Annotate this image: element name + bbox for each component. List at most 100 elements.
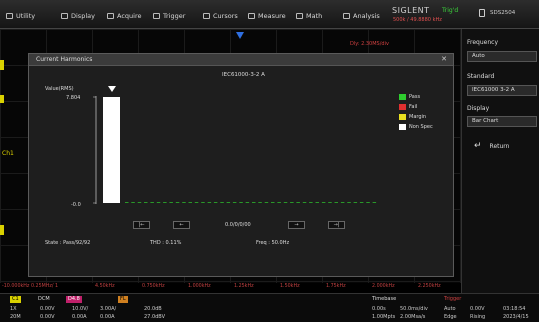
standard-select[interactable]: IEC61000 3-2 A <box>467 85 537 96</box>
clock-time: 03:18:54 <box>503 306 526 312</box>
freq-tick: 2.000kHz <box>372 284 395 289</box>
next-harmonic-button[interactable]: → <box>288 221 305 229</box>
frequency-axis: -10.000kHz 0.25MHz/ 1 4.50kHz 0.750kHz 1… <box>0 283 461 293</box>
harmonic-bar <box>213 202 218 203</box>
harmonic-bar <box>137 202 142 203</box>
system-button[interactable]: SDS2504 <box>479 9 515 17</box>
standard-label: Standard <box>467 73 495 80</box>
harmonic-bar <box>125 202 129 203</box>
harmonic-bar <box>175 202 180 203</box>
menu-trigger-label: Trigger <box>163 12 186 20</box>
harmonic-bar <box>309 202 313 203</box>
legend-non-spec-swatch <box>399 124 406 130</box>
sample-rate-info: 500k / 49.8880 kHz <box>393 17 442 23</box>
harmonic-bar <box>359 202 364 203</box>
harmonic-bar <box>283 202 288 203</box>
status-cell: 20M <box>10 314 21 320</box>
timebase-title[interactable]: Timebase <box>372 296 396 302</box>
chart-bars <box>103 97 377 203</box>
harmonic-bar <box>188 202 192 203</box>
ch1-chip[interactable]: C1 <box>10 296 21 303</box>
trigger-mode: Auto <box>444 306 456 312</box>
last-harmonic-button[interactable]: →| <box>328 221 345 229</box>
analysis-icon <box>343 13 350 19</box>
utility-icon <box>6 13 13 19</box>
function-chip[interactable]: D4.8 <box>66 296 82 303</box>
harmonic-bar <box>328 202 332 203</box>
clock-date: 2023/4/15 <box>503 314 529 320</box>
harmonic-bar <box>302 202 307 203</box>
harmonic-bar <box>163 202 167 203</box>
harmonic-bar <box>353 202 358 203</box>
harmonic-bar <box>245 202 250 203</box>
menu-bar: Utility Display Acquire Trigger Cursors … <box>0 0 539 29</box>
measure-icon <box>248 13 255 19</box>
first-harmonic-button[interactable]: |← <box>133 221 150 229</box>
y-tick-top: 7.804 <box>66 95 80 101</box>
menu-measure[interactable]: Measure <box>248 10 286 22</box>
return-button[interactable]: ↵ Return <box>467 139 537 153</box>
harmonic-bar <box>182 202 186 203</box>
trigger-position-marker[interactable] <box>236 32 244 39</box>
prev-harmonic-button[interactable]: ← <box>173 221 190 229</box>
status-cell: 27.0dBV <box>144 314 166 320</box>
menu-analysis[interactable]: Analysis <box>343 10 380 22</box>
frequency-select[interactable]: Auto <box>467 51 537 62</box>
legend-margin-swatch <box>399 114 406 120</box>
harmonic-bar <box>258 202 262 203</box>
status-cell: 0.00V <box>40 314 55 320</box>
timebase-delay: 0.00s <box>372 306 386 312</box>
legend-margin-label: Margin <box>409 114 427 120</box>
math-chip[interactable]: FL <box>118 296 128 303</box>
harmonic-bar <box>340 202 345 203</box>
return-label: Return <box>489 142 510 150</box>
harmonic-index: 0.0/0/0/00 <box>225 222 251 228</box>
harmonic-bar <box>169 202 173 203</box>
freq-tick: 1.25kHz <box>234 284 254 289</box>
menu-acquire-label: Acquire <box>117 12 142 20</box>
system-label: SDS2504 <box>490 10 516 16</box>
menu-cursors[interactable]: Cursors <box>203 10 238 22</box>
status-cell: 3.00A/ <box>100 306 117 312</box>
harmonic-bar <box>150 202 154 203</box>
trigger-icon <box>153 13 160 19</box>
harmonic-bar <box>296 202 300 203</box>
legend-margin: Margin <box>399 114 426 120</box>
harmonic-bar <box>277 202 281 203</box>
display-select[interactable]: Bar Chart <box>467 116 537 127</box>
trigger-status: Trig'd <box>442 7 459 14</box>
trigger-title[interactable]: Trigger <box>444 296 461 302</box>
legend-pass: Pass <box>399 94 420 100</box>
menu-acquire[interactable]: Acquire <box>107 10 142 22</box>
channel-edge-marker <box>0 95 4 103</box>
trigger-slope: Rising <box>470 314 486 320</box>
display-icon <box>61 13 68 19</box>
status-cell: 1X <box>10 306 17 312</box>
freq-readout: Freq : 50.0Hz <box>256 240 290 246</box>
menu-utility[interactable]: Utility <box>6 10 35 22</box>
menu-math[interactable]: Math <box>296 10 322 22</box>
trigger-level: 0.00V <box>470 306 485 312</box>
fundamental-marker-icon <box>108 86 116 92</box>
harmonic-bar <box>264 202 269 203</box>
status-bar: C1 DCM D4.8 FL 1X 20M 0.00V 0.00V 10.0V/… <box>0 293 539 322</box>
display-label: Display <box>467 105 490 112</box>
freq-tick: 1.50kHz <box>280 284 300 289</box>
brand-logo: SIGLENT <box>392 6 430 15</box>
menu-trigger[interactable]: Trigger <box>153 10 185 22</box>
harmonic-bar <box>366 202 370 203</box>
channel-edge-marker <box>0 60 4 70</box>
legend-non-spec-label: Non Spec <box>409 124 433 130</box>
delay-readout: Dly: 2.30MS/div <box>350 41 389 47</box>
menu-display[interactable]: Display <box>61 10 95 22</box>
harmonic-bar <box>347 202 351 203</box>
harmonic-bar <box>131 202 135 203</box>
freq-tick: 0.750kHz <box>142 284 165 289</box>
y-tick-bottom: -0.0 <box>71 202 81 208</box>
timebase-memory: 1.00Mpts <box>372 314 396 320</box>
menu-analysis-label: Analysis <box>353 12 380 20</box>
cursors-icon <box>203 13 210 19</box>
harmonic-bar <box>290 202 294 203</box>
harmonic-bar <box>144 202 148 203</box>
channel-label[interactable]: Ch1 <box>2 150 14 157</box>
